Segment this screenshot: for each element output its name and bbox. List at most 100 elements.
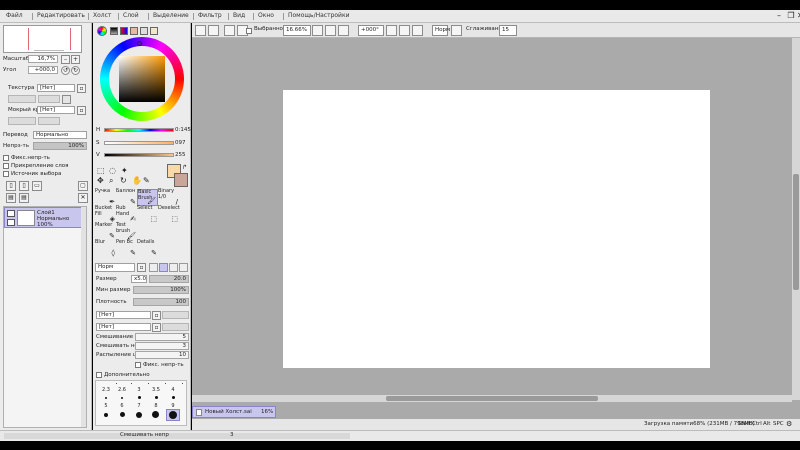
layer-opacity-slider[interactable]: 100% <box>33 142 87 150</box>
wet-edge-settings-icon[interactable]: ▫ <box>77 106 86 115</box>
rotate-cw-icon[interactable] <box>399 25 410 36</box>
minimize-icon[interactable]: – <box>773 11 785 21</box>
brush-texture-select[interactable]: [Нет] <box>96 323 151 331</box>
color-mixer-mode-icon[interactable] <box>130 27 138 35</box>
swatches-mode-icon[interactable] <box>140 27 148 35</box>
stabilizer-field[interactable]: 15 <box>499 25 517 36</box>
tool-marker[interactable]: Marker ✎ <box>95 222 116 240</box>
restore-icon[interactable]: ❐ <box>785 11 797 21</box>
menu-edit[interactable]: Редактировать <box>37 12 85 19</box>
brush-fix-opacity-checkbox[interactable] <box>135 362 141 368</box>
document-tab[interactable]: Новый Холст.sai 16% <box>192 406 276 418</box>
tool-pen-bc[interactable]: Pen Bc ✎ <box>116 239 137 257</box>
scratchpad-mode-icon[interactable] <box>150 27 158 35</box>
undo-icon[interactable] <box>195 25 206 36</box>
size-dot-3[interactable] <box>148 383 149 384</box>
hsv-slider-mode-icon[interactable] <box>120 27 128 35</box>
size-dot-5[interactable] <box>182 383 183 384</box>
brush-mode-select[interactable]: Норм <box>95 263 135 272</box>
min-size-slider[interactable]: 100% <box>133 286 189 294</box>
eye-icon[interactable] <box>7 210 15 217</box>
menu-file[interactable]: Файл <box>6 12 23 19</box>
deselect-icon[interactable] <box>224 25 235 36</box>
navigator-preview[interactable] <box>3 25 82 53</box>
horizontal-scrollbar[interactable] <box>192 395 792 402</box>
rotate-left-icon[interactable]: ↺ <box>61 66 70 75</box>
selection-tool-icon[interactable]: ⬚ <box>97 166 105 175</box>
zoom-out-icon[interactable] <box>312 25 323 36</box>
texture-settings-icon[interactable]: ▫ <box>77 84 86 93</box>
tool-basic-brush[interactable]: Basic Brush 🖌 <box>137 189 158 206</box>
redo-icon[interactable] <box>208 25 219 36</box>
size-dot-11[interactable] <box>104 413 108 417</box>
show-selection-checkbox[interactable] <box>246 28 252 34</box>
zoom-out-icon[interactable]: – <box>61 55 70 64</box>
brush-shape-settings-icon[interactable]: ▫ <box>152 311 161 320</box>
size-dot-10[interactable] <box>172 396 175 399</box>
clip-layer-checkbox[interactable] <box>3 163 9 169</box>
menu-canvas[interactable]: Холст <box>93 12 111 19</box>
brush-texture-settings-icon[interactable]: ▫ <box>152 323 161 332</box>
hue-ring[interactable] <box>100 37 184 121</box>
mix-color-slider[interactable]: 5 <box>135 333 189 341</box>
lasso-tool-icon[interactable]: ◌ <box>109 166 116 175</box>
zoom-in-icon[interactable]: + <box>71 55 80 64</box>
rgb-slider-mode-icon[interactable] <box>110 27 118 35</box>
vertical-scrollbar[interactable] <box>792 38 800 400</box>
eyedropper-icon[interactable]: ✎ <box>143 176 150 185</box>
edit-pen-icon[interactable] <box>7 219 15 226</box>
rotate-ccw-icon[interactable] <box>386 25 397 36</box>
brush-mode-dropdown-icon[interactable]: ▫ <box>137 263 146 272</box>
brush-size-slider[interactable]: 20.0 <box>149 275 189 283</box>
rotate-right-icon[interactable]: ↻ <box>71 66 80 75</box>
canvas-angle-field[interactable]: +000° <box>358 25 384 36</box>
fix-opacity-checkbox[interactable] <box>3 155 9 161</box>
canvas-paper[interactable] <box>283 90 710 368</box>
size-dot-4[interactable] <box>165 383 166 384</box>
brush-size-multiplier[interactable]: x5.0 <box>131 275 147 283</box>
tool-баллон[interactable]: Баллон ✎ <box>116 188 137 206</box>
menu-selection[interactable]: Выделение <box>153 12 189 19</box>
background-color-swatch[interactable] <box>174 173 188 187</box>
tool-blur[interactable]: Blur ◊ <box>95 239 116 257</box>
size-dot-12[interactable] <box>120 412 125 417</box>
angle-value-field[interactable]: +000,0 <box>28 66 58 74</box>
density-slider[interactable]: 100 <box>133 298 189 306</box>
menu-window[interactable]: Окно <box>258 12 274 19</box>
tool-deselect[interactable]: Deselect ⬚ <box>158 205 180 223</box>
size-dot-13[interactable] <box>136 412 142 418</box>
size-dot-7[interactable] <box>121 397 123 399</box>
hand-tool-icon[interactable]: ✋ <box>132 176 142 185</box>
advanced-checkbox[interactable] <box>96 372 102 378</box>
vertical-scroll-thumb[interactable] <box>793 174 799 290</box>
flip-view-icon[interactable] <box>451 25 462 36</box>
tool-binary-1-0[interactable]: Binary 1/0/ <box>158 188 179 206</box>
view-mode-field[interactable]: Норм <box>432 25 450 36</box>
color-wheel-mode-icon[interactable] <box>97 26 107 36</box>
clear-layer-icon[interactable]: ▢ <box>78 181 88 191</box>
layer-row[interactable]: Слой1 Нормально 100% <box>4 207 82 228</box>
saturation-slider[interactable] <box>104 141 174 145</box>
blend-mode-select[interactable]: Нормально <box>33 131 87 139</box>
tool-rub-hand[interactable]: Rub Hand ✍ <box>116 205 137 223</box>
size-dot-6[interactable] <box>105 397 107 399</box>
size-dot-2[interactable] <box>131 383 132 384</box>
tool-select[interactable]: Select ⬚ <box>137 205 158 223</box>
hue-slider[interactable] <box>104 128 174 132</box>
transfer-down-icon[interactable]: ▤ <box>6 193 16 203</box>
spread-slider[interactable]: 10 <box>135 351 189 359</box>
zoom-reset-icon[interactable] <box>338 25 349 36</box>
medium-edge-icon[interactable] <box>159 263 168 272</box>
saturation-value-square[interactable] <box>119 56 165 102</box>
merge-down-icon[interactable]: ▤ <box>19 193 29 203</box>
texture-select[interactable]: [Нет] <box>37 84 75 92</box>
value-slider[interactable] <box>104 153 174 157</box>
tool-bucket-fill[interactable]: Bucket Fill ◈ <box>95 205 116 223</box>
delete-layer-icon[interactable]: ✕ <box>78 193 88 203</box>
tool-details[interactable]: Details ✎ <box>137 239 158 257</box>
softest-edge-icon[interactable] <box>179 263 188 272</box>
swap-colors-icon[interactable]: ↱ <box>182 164 187 171</box>
gear-icon[interactable]: ⚙ <box>786 420 792 428</box>
layer-list-scrollbar[interactable] <box>81 207 86 427</box>
new-layer-icon[interactable]: ▯ <box>6 181 16 191</box>
